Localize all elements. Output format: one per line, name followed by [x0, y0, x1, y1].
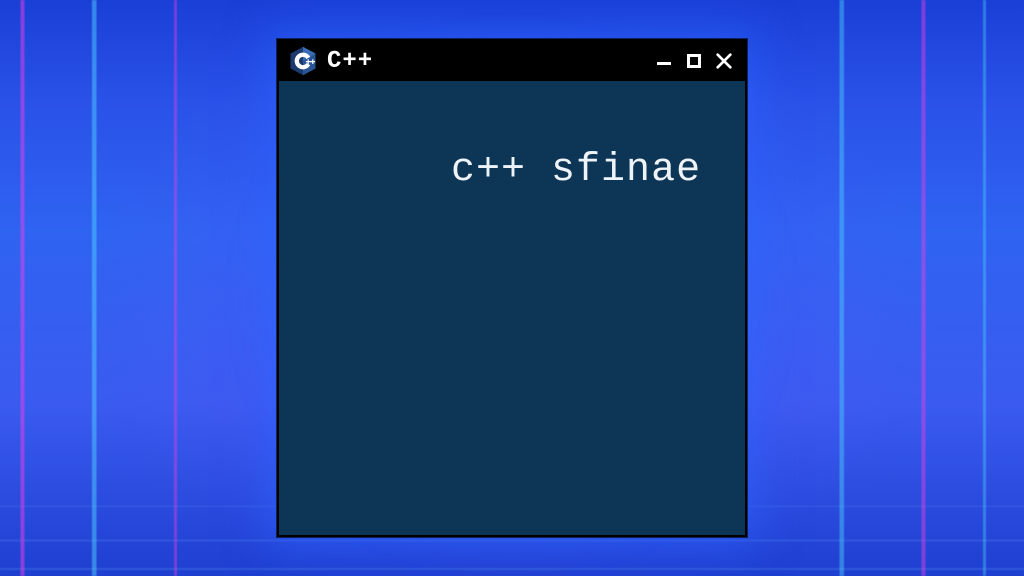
minimize-button[interactable]	[653, 50, 675, 72]
cpp-logo-icon	[289, 46, 317, 76]
window-title: C++	[327, 48, 373, 75]
close-icon	[715, 52, 733, 70]
terminal-body[interactable]: c++ sfinae	[279, 81, 745, 260]
window-controls	[653, 50, 735, 72]
terminal-window: C++ c++ sfinae	[277, 39, 747, 537]
close-button[interactable]	[713, 50, 735, 72]
background: C++ c++ sfinae	[0, 0, 1024, 576]
terminal-text: c++ sfinae	[451, 148, 701, 193]
titlebar[interactable]: C++	[279, 41, 745, 81]
maximize-button[interactable]	[683, 50, 705, 72]
